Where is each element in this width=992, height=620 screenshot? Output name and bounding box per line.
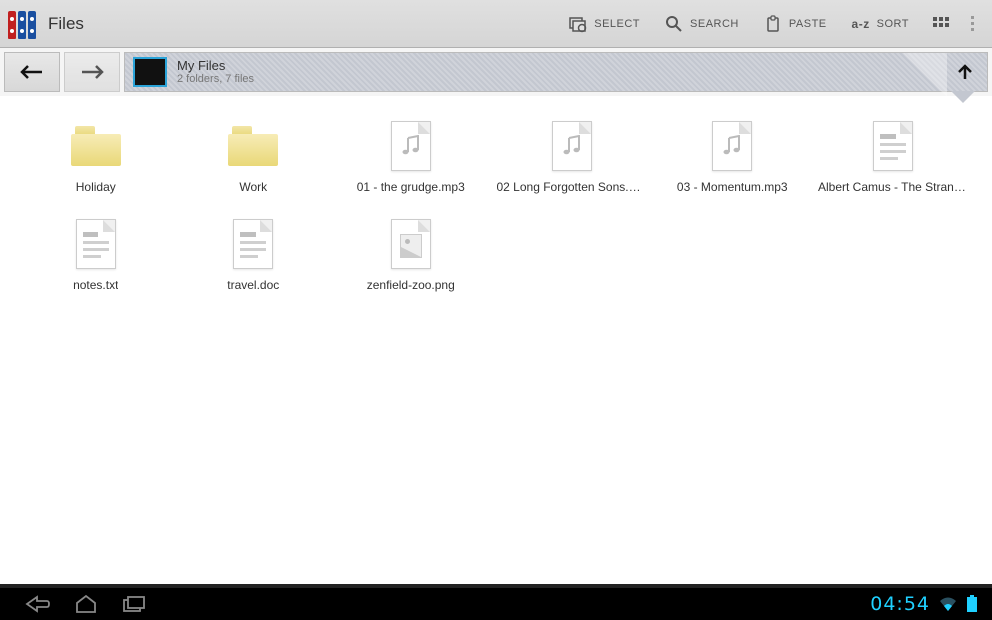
- wifi-icon[interactable]: [938, 596, 958, 612]
- arrow-left-icon: [18, 63, 46, 81]
- breadcrumb-title: My Files: [177, 58, 254, 74]
- sys-back-icon: [25, 594, 51, 614]
- app-icon: [8, 9, 38, 39]
- search-icon: [664, 14, 684, 34]
- battery-icon[interactable]: [966, 595, 978, 613]
- sort-az-icon: a-z: [851, 14, 871, 34]
- file-item[interactable]: 03 - Momentum.mp3: [657, 116, 809, 198]
- select-icon: [568, 14, 588, 34]
- sort-label: SORT: [877, 18, 909, 30]
- arrow-right-icon: [78, 63, 106, 81]
- overflow-menu-button[interactable]: [961, 0, 984, 48]
- search-button[interactable]: SEARCH: [652, 0, 751, 48]
- file-grid: Holiday Work 01 - the grudge.mp3 02 Long Fo…: [0, 96, 992, 316]
- breadcrumb[interactable]: My Files 2 folders, 7 files: [124, 52, 988, 92]
- item-label: travel.doc: [227, 278, 279, 292]
- paste-button[interactable]: PASTE: [751, 0, 839, 48]
- nav-forward-button[interactable]: [64, 52, 120, 92]
- paste-label: PASTE: [789, 18, 827, 30]
- sys-home-icon: [74, 594, 98, 614]
- document-file-icon: [233, 219, 273, 269]
- app-title: Files: [48, 14, 84, 34]
- select-label: SELECT: [594, 18, 640, 30]
- arrow-up-icon: [955, 62, 975, 82]
- folder-icon: [228, 126, 278, 166]
- folder-item[interactable]: Work: [178, 116, 330, 198]
- sys-home-button[interactable]: [62, 590, 110, 618]
- nav-up-button[interactable]: [953, 60, 977, 84]
- music-file-icon: [552, 121, 592, 171]
- select-button[interactable]: SELECT: [556, 0, 652, 48]
- folder-icon: [71, 126, 121, 166]
- sys-recents-button[interactable]: [110, 590, 158, 618]
- sys-back-button[interactable]: [14, 590, 62, 618]
- music-file-icon: [712, 121, 752, 171]
- image-file-icon: [391, 219, 431, 269]
- item-label: zenfield-zoo.png: [367, 278, 455, 292]
- file-item[interactable]: travel.doc: [178, 214, 330, 296]
- item-label: notes.txt: [73, 278, 118, 292]
- file-item[interactable]: 02 Long Forgotten Sons.mp3: [493, 116, 651, 198]
- nav-back-button[interactable]: [4, 52, 60, 92]
- search-label: SEARCH: [690, 18, 739, 30]
- file-item[interactable]: zenfield-zoo.png: [335, 214, 487, 296]
- item-label: 01 - the grudge.mp3: [357, 180, 465, 194]
- item-label: Work: [239, 180, 267, 194]
- item-label: 02 Long Forgotten Sons.mp3: [497, 180, 647, 194]
- sort-button[interactable]: a-z SORT: [839, 0, 921, 48]
- file-item[interactable]: 01 - the grudge.mp3: [335, 116, 487, 198]
- system-nav-bar: 04:54: [0, 584, 992, 620]
- system-clock[interactable]: 04:54: [870, 593, 930, 615]
- item-label: Albert Camus - The Stranger.pdf: [818, 180, 968, 194]
- sys-recents-icon: [121, 594, 147, 614]
- file-item[interactable]: Albert Camus - The Stranger.pdf: [814, 116, 972, 198]
- nav-row: My Files 2 folders, 7 files: [0, 48, 992, 96]
- action-bar: Files SELECT SEARCH PASTE a-z SORT: [0, 0, 992, 48]
- file-item[interactable]: notes.txt: [20, 214, 172, 296]
- document-file-icon: [76, 219, 116, 269]
- item-label: 03 - Momentum.mp3: [677, 180, 788, 194]
- music-file-icon: [391, 121, 431, 171]
- document-file-icon: [873, 121, 913, 171]
- grid-view-icon: [931, 14, 951, 34]
- folder-item[interactable]: Holiday: [20, 116, 172, 198]
- paste-icon: [763, 14, 783, 34]
- breadcrumb-subtitle: 2 folders, 7 files: [177, 73, 254, 86]
- view-grid-button[interactable]: [921, 0, 961, 48]
- item-label: Holiday: [76, 180, 116, 194]
- location-thumb-icon: [133, 57, 167, 87]
